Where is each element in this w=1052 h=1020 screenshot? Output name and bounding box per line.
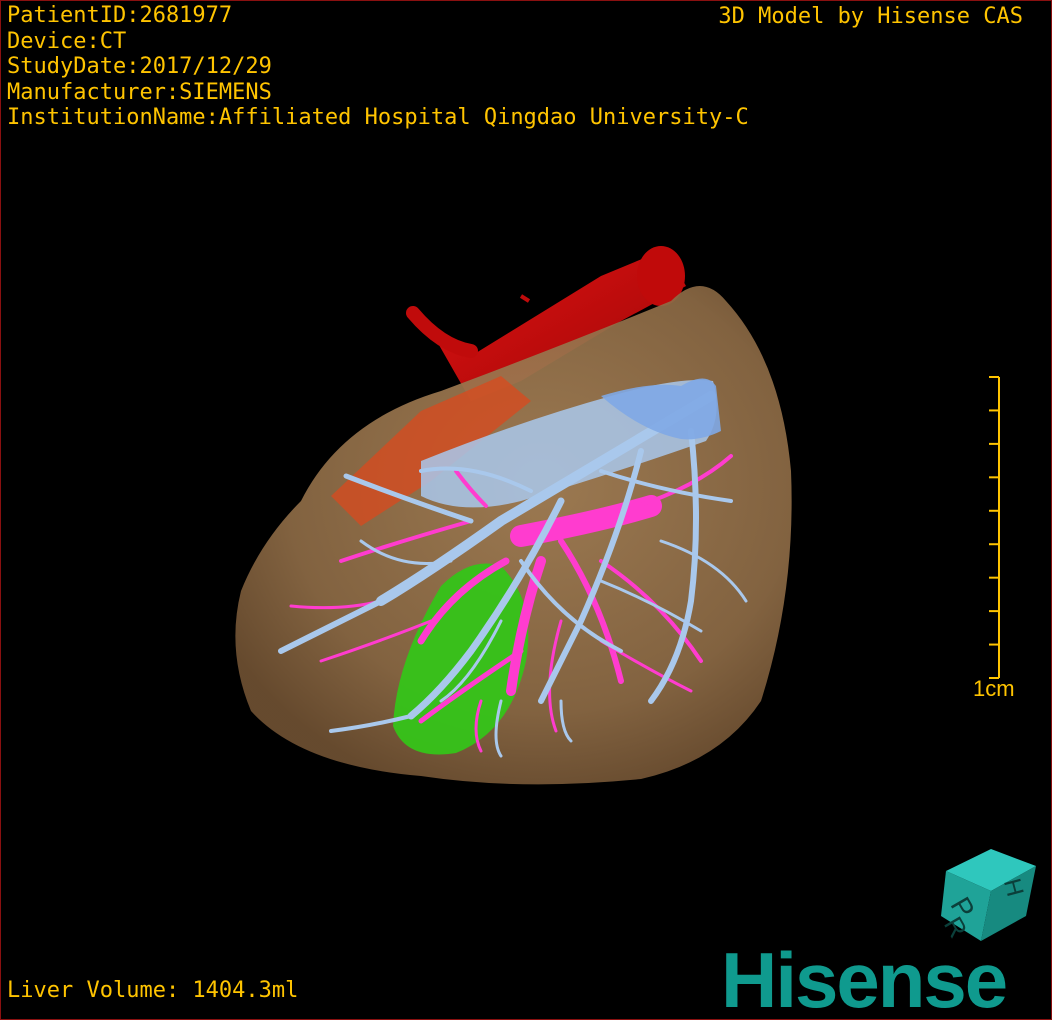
patient-id: PatientID:2681977 xyxy=(7,3,233,28)
liver-volume-readout: Liver Volume: 1404.3ml xyxy=(7,978,299,1003)
scale-bar-label: 1cm xyxy=(973,676,1015,701)
study-date: StudyDate:2017/12/29 xyxy=(7,54,272,79)
manufacturer: Manufacturer:SIEMENS xyxy=(7,79,272,105)
hisense-logo: Hisense xyxy=(721,937,1008,1017)
scale-bar xyxy=(989,376,1000,679)
3d-viewport[interactable]: PatientID:2681977 Device:CT StudyDate:20… xyxy=(0,0,1052,1020)
hisense-logo-text: Hisense xyxy=(721,937,1006,1017)
liver-3d-model[interactable] xyxy=(1,1,1051,1019)
study-metadata: PatientID:2681977 Device:CT StudyDate:20… xyxy=(7,3,749,131)
model-credit: 3D Model by Hisense CAS xyxy=(718,4,1023,29)
device: Device:CT xyxy=(7,28,127,54)
orientation-cube[interactable]: P R H xyxy=(936,841,1036,951)
institution-name: InstitutionName:Affiliated Hospital Qing… xyxy=(7,105,749,130)
